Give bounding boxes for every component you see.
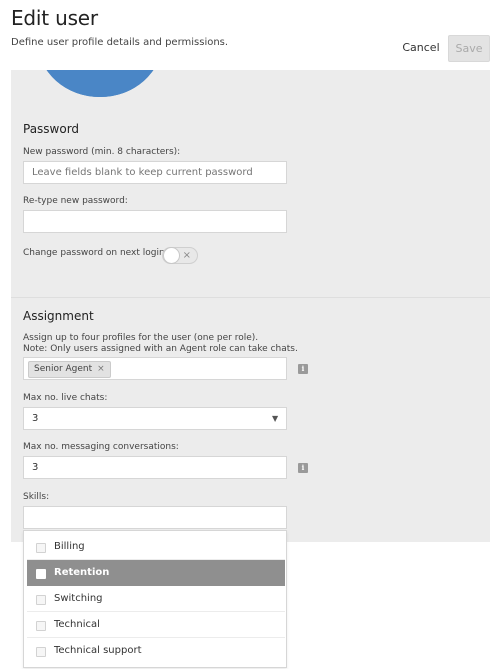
assignment-section-title: Assignment (23, 309, 94, 323)
retype-password-input[interactable] (23, 210, 287, 233)
skill-option-label: Technical (54, 619, 100, 630)
checkbox-icon[interactable] (36, 621, 46, 631)
checkbox-icon[interactable] (36, 569, 46, 579)
new-password-input[interactable] (23, 161, 287, 184)
skill-option-retention[interactable]: Retention (27, 560, 285, 586)
skill-option-billing[interactable]: Billing (27, 534, 285, 560)
max-messaging-label: Max no. messaging conversations: (23, 442, 179, 452)
skills-dropdown: Billing Retention Switching Technical Te… (23, 530, 287, 668)
skill-option-label: Switching (54, 593, 103, 604)
page-header: Edit user Define user profile details an… (0, 0, 500, 70)
skills-input[interactable] (23, 506, 287, 529)
assignment-help-line2: Note: Only users assigned with an Agent … (23, 344, 298, 354)
checkbox-icon[interactable] (36, 595, 46, 605)
max-live-chats-select[interactable]: 3 (23, 407, 287, 430)
section-divider (11, 297, 490, 298)
chevron-down-icon: ▼ (272, 414, 279, 423)
avatar[interactable] (38, 70, 162, 97)
toggle-knob (163, 247, 180, 264)
skill-option-label: Billing (54, 541, 85, 552)
profile-tag: Senior Agent × (28, 361, 111, 378)
tag-remove-icon[interactable]: × (97, 364, 105, 374)
password-section-title: Password (23, 122, 80, 136)
save-button[interactable]: Save (448, 35, 490, 62)
skill-option-switching[interactable]: Switching (27, 586, 285, 612)
assignment-help-line1: Assign up to four profiles for the user … (23, 333, 259, 343)
retype-password-label: Re-type new password: (23, 196, 128, 206)
skill-option-technical-support[interactable]: Technical support (27, 638, 285, 664)
skill-option-technical[interactable]: Technical (27, 612, 285, 638)
profile-tag-label: Senior Agent (34, 364, 93, 374)
cancel-button[interactable]: Cancel (398, 36, 444, 60)
max-messaging-input[interactable] (23, 456, 287, 479)
skills-label: Skills: (23, 492, 50, 502)
avatar-shirt (38, 70, 162, 97)
info-icon[interactable]: i (298, 463, 308, 473)
change-password-toggle[interactable]: × (162, 247, 198, 264)
info-icon[interactable]: i (298, 364, 308, 374)
toggle-off-icon: × (182, 250, 191, 261)
skill-option-label: Technical support (54, 645, 142, 656)
skill-option-label: Retention (54, 567, 110, 578)
avatar-wrapper (0, 70, 500, 98)
checkbox-icon[interactable] (36, 543, 46, 553)
page-subtitle: Define user profile details and permissi… (11, 37, 229, 48)
new-password-label: New password (min. 8 characters): (23, 147, 181, 157)
checkbox-icon[interactable] (36, 647, 46, 657)
change-password-label: Change password on next login: (23, 248, 168, 258)
page-title: Edit user (11, 6, 98, 30)
max-live-chats-label: Max no. live chats: (23, 393, 108, 403)
